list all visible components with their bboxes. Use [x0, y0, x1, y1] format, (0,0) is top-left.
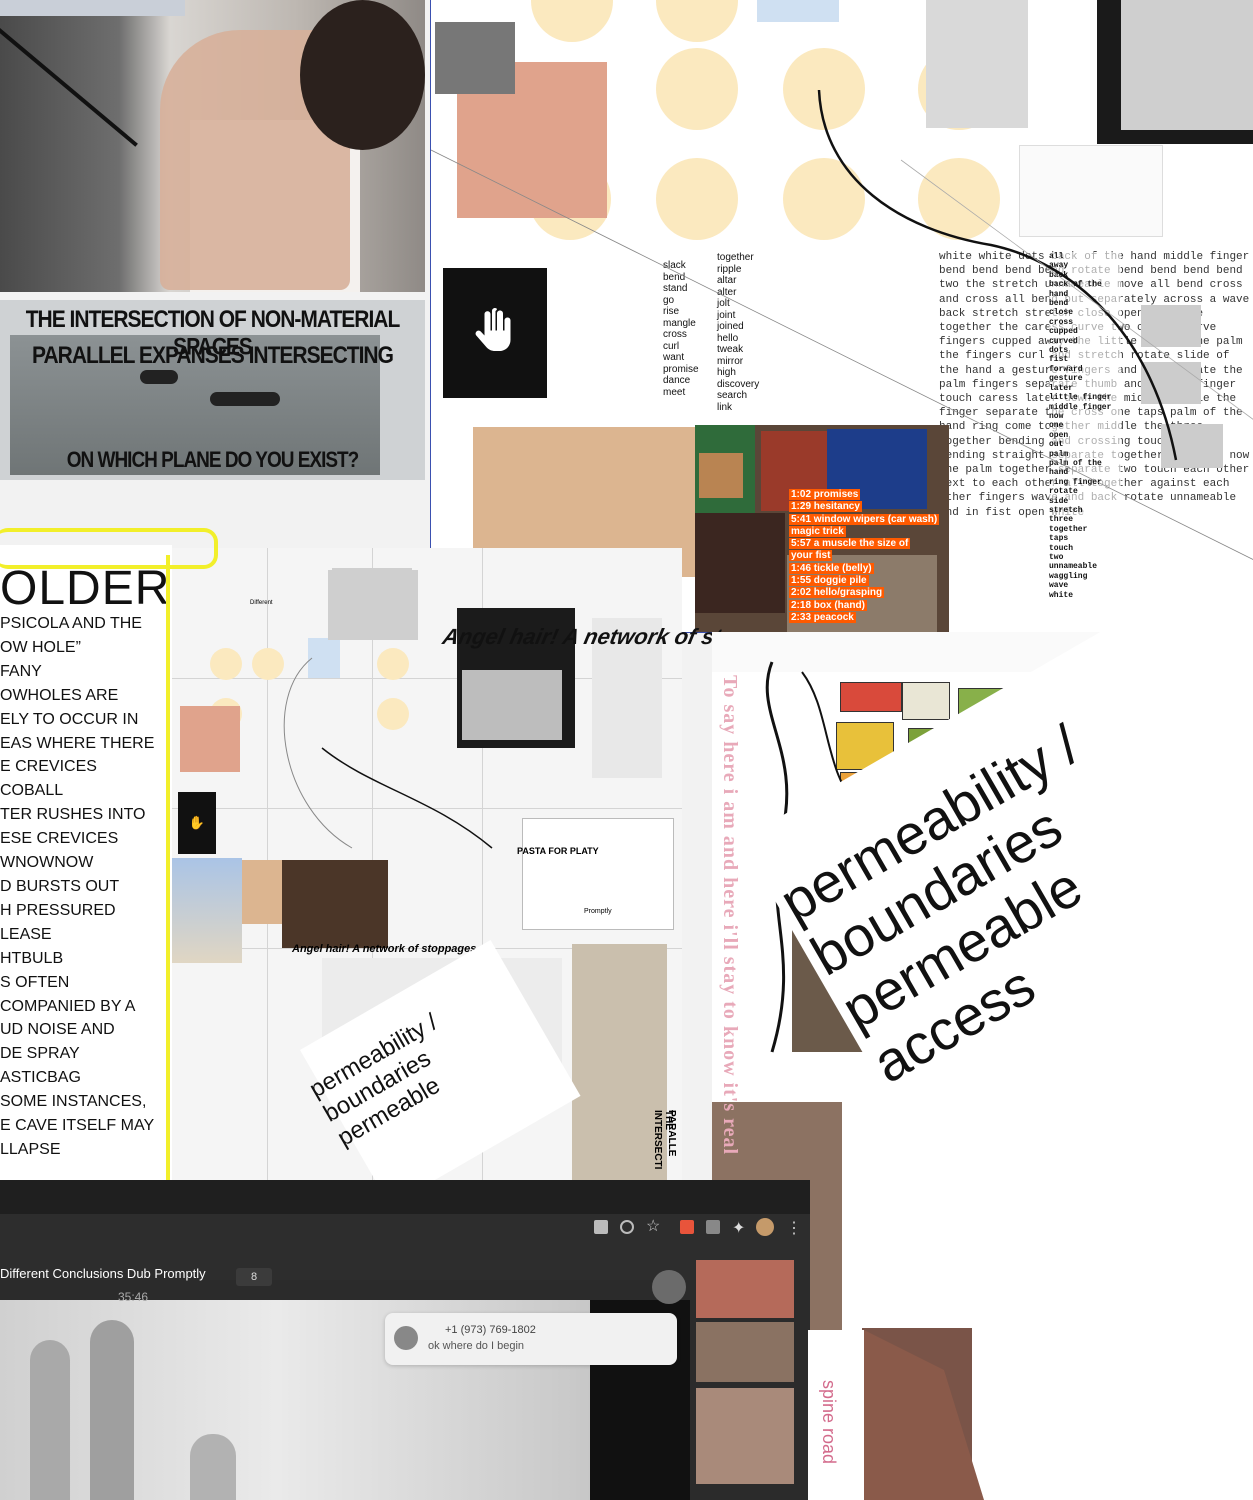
chat-message-bubble[interactable] — [385, 1313, 677, 1365]
photo-hair — [300, 0, 425, 150]
finger-shape — [90, 1320, 134, 1500]
extension-icon[interactable] — [706, 1220, 720, 1234]
chat-message-text: ok where do I begin — [428, 1340, 525, 1352]
hand-gesture-document: slack bend stand go rise mangle cross cu… — [430, 0, 1253, 633]
spine-road-label: spine road — [819, 1380, 839, 1465]
thumbnail-strip — [0, 0, 185, 16]
participant-tile[interactable] — [696, 1322, 794, 1382]
video-time: 35:46 — [118, 1290, 149, 1304]
puzzle-icon[interactable]: ✦ — [732, 1218, 745, 1238]
vertical-pink-quote: To say here i am and here i'll stay to k… — [719, 675, 741, 1156]
intersection-panel: THE INTERSECTION OF NON-MATERIAL SPACES … — [0, 300, 425, 480]
finger-shape — [30, 1340, 70, 1500]
menu-dots-icon[interactable]: ⋮ — [786, 1218, 802, 1238]
chat-sender-phone: +1 (973) 769-1802 — [445, 1324, 536, 1336]
aerial-triangle — [864, 1330, 984, 1500]
camera-icon[interactable] — [594, 1220, 608, 1234]
participant-tile[interactable] — [696, 1260, 794, 1318]
car-shape — [210, 392, 280, 406]
thunder-hole-text: PSICOLA AND THE OW HOLE” FANY OWHOLES ARE EL… — [0, 615, 155, 1158]
photo-woman-arm — [0, 0, 425, 292]
viewer-count-badge: 8 — [236, 1268, 272, 1286]
intersection-line-3: ON WHICH PLANE DO YOU EXIST? — [66, 448, 360, 473]
video-title: Different Conclusions Dub Promptly — [0, 1266, 206, 1281]
participant-tile[interactable] — [696, 1388, 794, 1484]
curve-line — [431, 89, 1253, 560]
yellow-frame-top — [0, 528, 218, 569]
intersection-line-2: PARALLEL EXPANSES INTERSECTING — [32, 342, 394, 369]
extension-icon[interactable] — [680, 1220, 694, 1234]
browser-tab-bar — [0, 1180, 810, 1214]
car-shape — [140, 370, 178, 384]
thunder-heading: OLDER — [0, 562, 171, 615]
participant-avatar[interactable] — [652, 1270, 686, 1304]
star-icon[interactable]: ☆ — [646, 1216, 660, 1236]
install-icon[interactable] — [620, 1220, 634, 1234]
profile-avatar[interactable] — [756, 1218, 774, 1236]
chat-avatar — [394, 1326, 418, 1350]
finger-shape — [190, 1434, 236, 1500]
